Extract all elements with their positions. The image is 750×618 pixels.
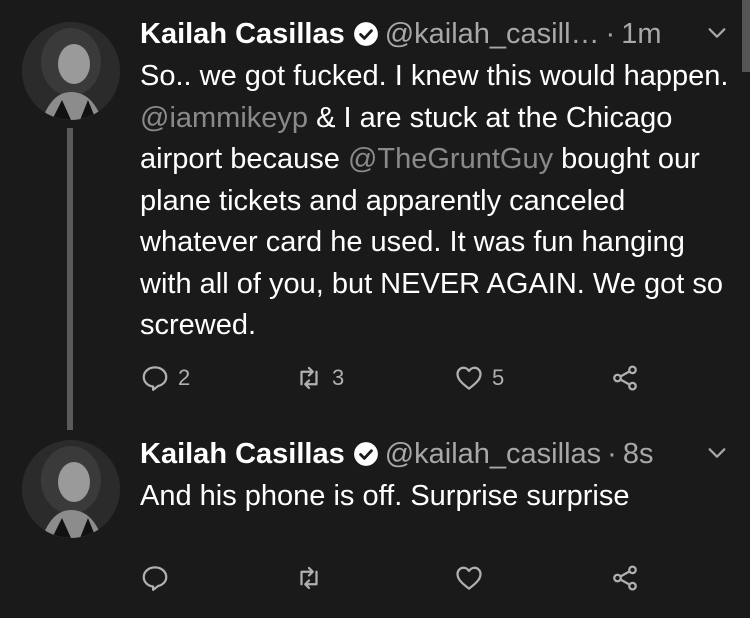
retweet-icon: [300, 366, 318, 390]
mention-link[interactable]: @iammikeyp: [140, 102, 308, 134]
timestamp[interactable]: 8s: [623, 438, 654, 471]
thread-line: [67, 128, 73, 430]
tweet-actions: 2 3 5: [140, 360, 660, 396]
reply-button[interactable]: 2: [140, 360, 190, 396]
tweet-text: And his phone is off. Surprise surprise: [140, 480, 630, 512]
reply-count: 2: [178, 365, 191, 390]
like-count: 5: [492, 365, 505, 390]
avatar[interactable]: [22, 22, 120, 120]
heart-icon: [456, 566, 482, 590]
verified-badge-icon: [353, 21, 379, 47]
chevron-down-icon[interactable]: [706, 442, 728, 464]
display-name[interactable]: Kailah Casillas: [140, 438, 345, 471]
separator-dot: ·: [605, 17, 616, 50]
chevron-down-icon[interactable]: [706, 22, 728, 44]
text-segment: So.. we got fucked. I knew this would ha…: [140, 60, 729, 92]
timestamp[interactable]: 1m: [621, 18, 661, 51]
verified-badge-icon: [353, 441, 379, 467]
share-icon: [613, 365, 637, 391]
heart-icon: [456, 366, 482, 390]
share-button[interactable]: [610, 360, 640, 396]
retweet-button[interactable]: [294, 560, 324, 596]
separator-dot: ·: [607, 437, 617, 470]
tweet-text: So.. we got fucked. I knew this would ha…: [140, 56, 730, 347]
display-name[interactable]: Kailah Casillas: [140, 18, 345, 51]
mention-link[interactable]: @TheGruntGuy: [348, 143, 553, 175]
retweet-icon: [300, 566, 318, 590]
user-handle[interactable]: @kailah_casillas: [385, 438, 601, 471]
tweet-header: Kailah Casillas @kailah_casill… · 1m: [140, 16, 661, 52]
reply-icon: [142, 366, 168, 391]
tweet-header: Kailah Casillas @kailah_casillas · 8s: [140, 436, 653, 472]
user-handle[interactable]: @kailah_casill…: [385, 18, 600, 51]
avatar[interactable]: [22, 440, 120, 538]
like-button[interactable]: 5: [454, 360, 504, 396]
retweet-button[interactable]: 3: [294, 360, 344, 396]
reply-button[interactable]: [140, 560, 170, 596]
tweet-actions: [140, 560, 660, 596]
reply-icon: [142, 566, 168, 591]
like-button[interactable]: [454, 560, 484, 596]
retweet-count: 3: [332, 365, 345, 390]
share-button[interactable]: [610, 560, 640, 596]
share-icon: [613, 565, 637, 591]
